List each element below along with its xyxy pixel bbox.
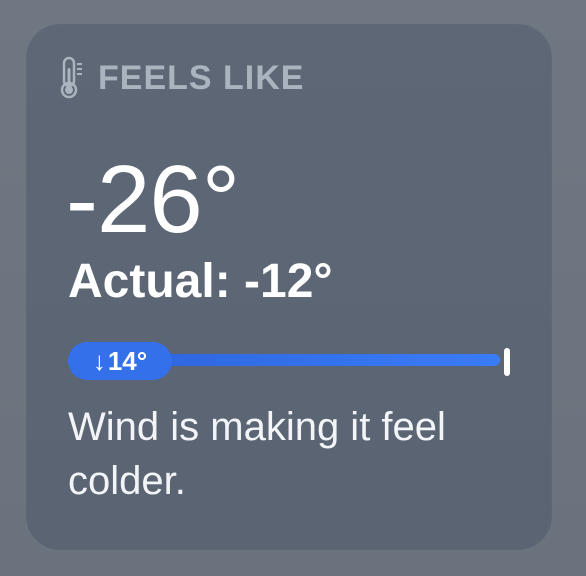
range-track	[156, 354, 500, 366]
feels-like-temperature: -26°	[66, 146, 240, 253]
low-temperature-pill: ↓ 14°	[68, 342, 172, 380]
feels-like-description: Wind is making it feel colder.	[68, 405, 446, 503]
down-arrow-icon: ↓	[92, 345, 106, 376]
low-temperature-label: 14°	[107, 345, 148, 376]
card-header: FEELS LIKE	[58, 56, 304, 100]
temperature-range-bar: ↓ 14°	[68, 342, 516, 382]
actual-temperature: Actual: -12°	[68, 255, 333, 308]
card-title: FEELS LIKE	[98, 59, 305, 97]
thermometer-icon	[58, 56, 84, 100]
range-end-marker	[504, 348, 510, 376]
